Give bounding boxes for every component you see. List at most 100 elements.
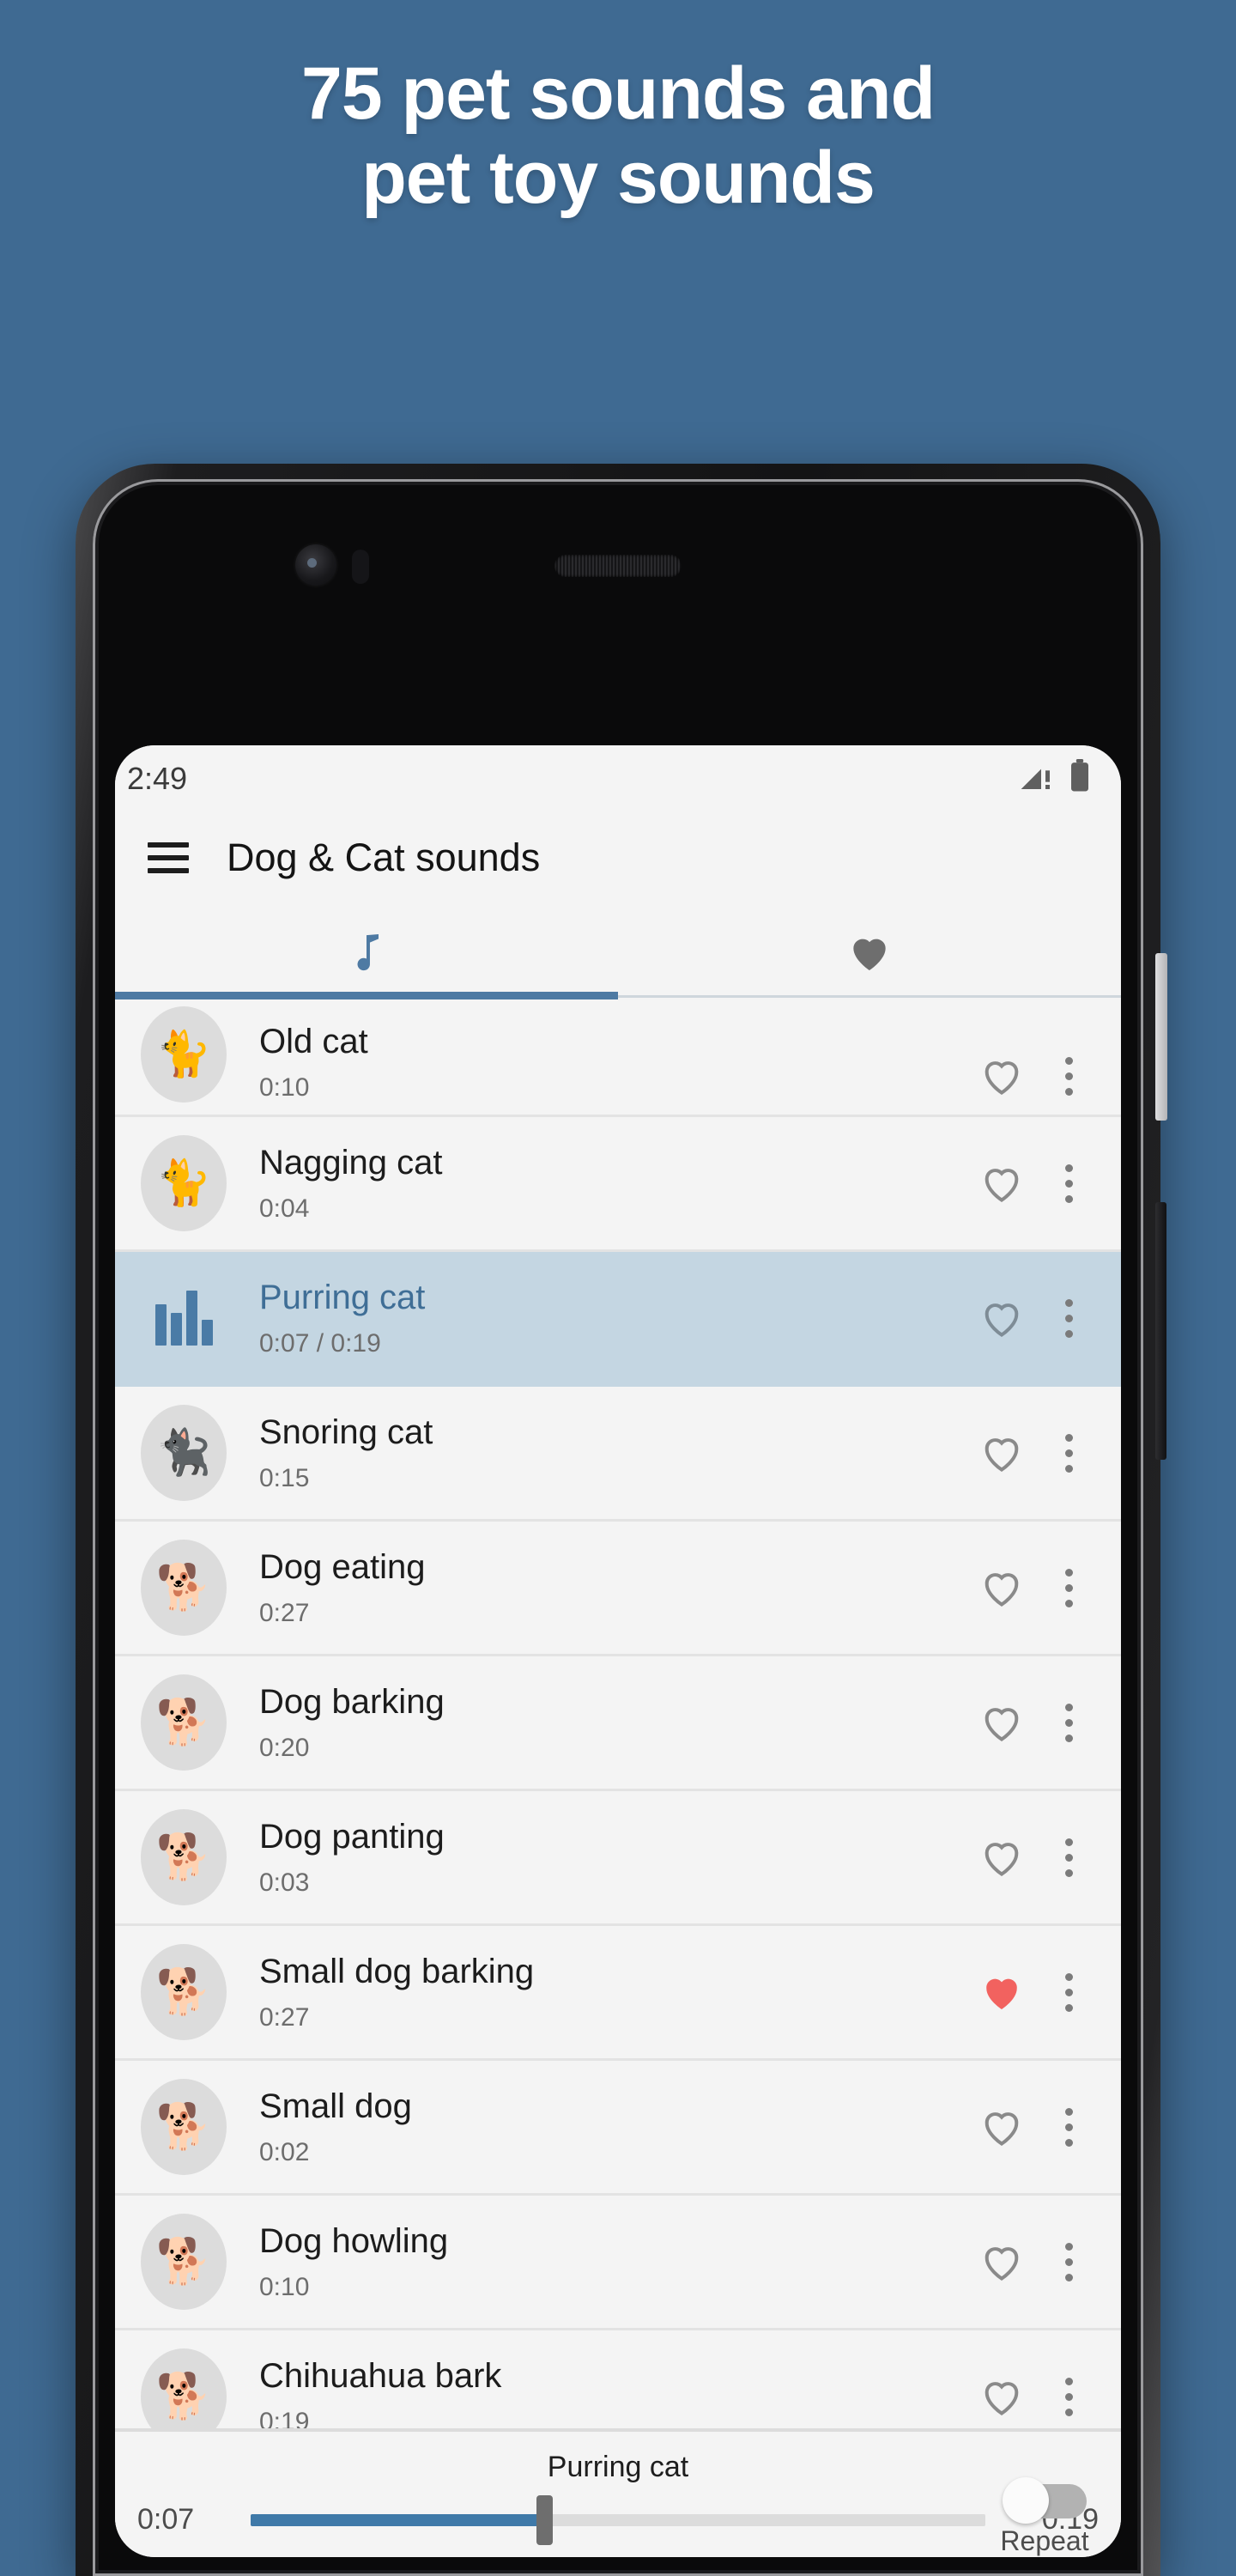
- list-item[interactable]: 🐈 Old cat 0:10: [115, 999, 1121, 1117]
- overflow-menu-icon[interactable]: [1049, 1696, 1088, 1749]
- overflow-menu-icon[interactable]: [1049, 1426, 1088, 1479]
- power-button[interactable]: [1155, 1202, 1166, 1460]
- phone-bezel: 2:49 Dog & Cat sounds 🐈 Old cat 0:10 🐈 N…: [93, 479, 1143, 2576]
- sound-thumbnail: 🐈: [141, 1006, 227, 1103]
- sound-meta: Dog panting 0:03: [227, 1817, 975, 1898]
- sound-thumbnail: 🐕: [141, 1944, 227, 2040]
- sound-meta: Dog barking 0:20: [227, 1682, 975, 1763]
- overflow-menu-icon[interactable]: [1049, 2235, 1088, 2288]
- favorite-toggle-active[interactable]: [975, 1965, 1028, 2019]
- tab-bar: [115, 908, 1121, 999]
- list-item[interactable]: 🐕 Small dog 0:02: [115, 2061, 1121, 2196]
- hamburger-menu-icon[interactable]: [148, 842, 189, 873]
- cat-icon: 🐈: [155, 1030, 212, 1079]
- favorite-toggle[interactable]: [975, 1049, 1028, 1103]
- list-item[interactable]: 🐕 Dog eating 0:27: [115, 1522, 1121, 1656]
- sound-title: Dog panting: [259, 1818, 445, 1856]
- player-bar: Purring cat 0:07 0:19 Repeat: [115, 2428, 1121, 2557]
- list-item[interactable]: 🐕 Small dog barking 0:27: [115, 1926, 1121, 2061]
- favorite-toggle[interactable]: [975, 1426, 1028, 1479]
- row-actions: [975, 1049, 1088, 1103]
- status-time: 2:49: [127, 761, 188, 796]
- overflow-menu-icon[interactable]: [1049, 1831, 1088, 1884]
- list-item-playing[interactable]: Purring cat 0:07 / 0:19: [115, 1252, 1121, 1387]
- sound-duration: 0:27: [259, 2003, 310, 2032]
- list-item[interactable]: 🐕 Dog panting 0:03: [115, 1791, 1121, 1926]
- favorite-toggle[interactable]: [975, 1696, 1028, 1749]
- favorite-toggle[interactable]: [975, 2100, 1028, 2154]
- dog-icon: 🐕: [155, 2102, 212, 2152]
- favorite-toggle[interactable]: [975, 2370, 1028, 2423]
- list-item[interactable]: 🐕 Dog howling 0:10: [115, 2196, 1121, 2330]
- favorite-toggle[interactable]: [975, 1157, 1028, 1210]
- sound-title: Dog eating: [259, 1548, 426, 1586]
- battery-icon: [1068, 758, 1092, 798]
- list-item[interactable]: 🐕 Dog barking 0:20: [115, 1656, 1121, 1791]
- dog-icon: 🐕: [155, 1967, 212, 2017]
- overflow-menu-icon[interactable]: [1049, 2100, 1088, 2154]
- overflow-menu-icon[interactable]: [1049, 2370, 1088, 2423]
- player-track-title: Purring cat: [547, 2451, 689, 2483]
- favorite-toggle[interactable]: [975, 1291, 1028, 1345]
- sound-title: Snoring cat: [259, 1413, 433, 1451]
- sound-title: Nagging cat: [259, 1144, 443, 1182]
- signal-warning-icon: [1020, 759, 1054, 798]
- sound-thumbnail: 🐕: [141, 1809, 227, 1905]
- sound-duration: 0:27: [259, 1599, 310, 1627]
- phone-device-frame: 2:49 Dog & Cat sounds 🐈 Old cat 0:10 🐈 N…: [76, 464, 1167, 2576]
- player-controls: 0:07 0:19: [115, 2494, 1121, 2545]
- row-actions: [975, 1426, 1088, 1479]
- proximity-sensor-icon: [352, 550, 369, 584]
- volume-button[interactable]: [1155, 953, 1167, 1121]
- player-elapsed-time: 0:07: [137, 2503, 195, 2536]
- app-bar: Dog & Cat sounds: [115, 807, 1121, 908]
- dog-icon: 🐕: [155, 1698, 212, 1747]
- overflow-menu-icon[interactable]: [1049, 1049, 1088, 1103]
- dog-icon: 🐕: [155, 2372, 212, 2421]
- status-bar: 2:49: [115, 745, 1121, 807]
- overflow-menu-icon[interactable]: [1049, 1157, 1088, 1210]
- sound-thumbnail: 🐕: [141, 1540, 227, 1636]
- sound-duration: 0:15: [259, 1464, 310, 1492]
- sound-meta: Purring cat 0:07 / 0:19: [227, 1278, 975, 1358]
- list-item[interactable]: 🐈 Nagging cat 0:04: [115, 1117, 1121, 1252]
- overflow-menu-icon[interactable]: [1049, 1291, 1088, 1345]
- seek-progress: [251, 2513, 545, 2526]
- overflow-menu-icon[interactable]: [1049, 1965, 1088, 2019]
- tab-sounds[interactable]: [115, 908, 618, 999]
- row-actions: [975, 1561, 1088, 1614]
- row-actions: [975, 2235, 1088, 2288]
- favorite-toggle[interactable]: [975, 1831, 1028, 1884]
- sound-meta: Nagging cat 0:04: [227, 1143, 975, 1224]
- phone-screen: 2:49 Dog & Cat sounds 🐈 Old cat 0:10 🐈 N…: [115, 745, 1121, 2557]
- repeat-control[interactable]: Repeat: [980, 2477, 1109, 2557]
- list-item[interactable]: 🐕 Chihuahua bark 0:19: [115, 2330, 1121, 2428]
- list-item[interactable]: 🐈‍⬛ Snoring cat 0:15: [115, 1387, 1121, 1522]
- seek-thumb[interactable]: [536, 2494, 554, 2545]
- sound-duration: 0:02: [259, 2138, 310, 2166]
- sound-meta: Small dog barking 0:27: [227, 1952, 975, 2032]
- toggle-thumb: [1003, 2477, 1049, 2524]
- dog-icon: 🐕: [155, 2237, 212, 2287]
- sound-list[interactable]: 🐈 Old cat 0:10 🐈 Nagging cat 0:04 Purrin…: [115, 999, 1121, 2428]
- row-actions: [975, 1291, 1088, 1345]
- row-actions: [975, 1965, 1088, 2019]
- overflow-menu-icon[interactable]: [1049, 1561, 1088, 1614]
- sound-title: Small dog barking: [259, 1953, 535, 1990]
- favorite-toggle[interactable]: [975, 1561, 1028, 1614]
- music-note-icon: [342, 928, 391, 981]
- sound-thumbnail: 🐈‍⬛: [141, 1405, 227, 1501]
- front-camera-icon: [295, 544, 336, 586]
- tab-active-indicator: [115, 992, 618, 999]
- promo-headline: 75 pet sounds and pet toy sounds: [0, 52, 1236, 221]
- sound-title: Small dog: [259, 2087, 412, 2125]
- favorite-toggle[interactable]: [975, 2235, 1028, 2288]
- repeat-toggle[interactable]: [1003, 2477, 1087, 2524]
- equalizer-icon: [154, 1291, 213, 1346]
- sound-title: Chihuahua bark: [259, 2357, 502, 2395]
- sound-duration: 0:10: [259, 1073, 310, 1102]
- tab-favorites[interactable]: [618, 908, 1121, 999]
- now-playing-indicator: [141, 1270, 227, 1366]
- player-seek-slider[interactable]: [251, 2494, 985, 2545]
- sound-meta: Dog howling 0:10: [227, 2221, 975, 2302]
